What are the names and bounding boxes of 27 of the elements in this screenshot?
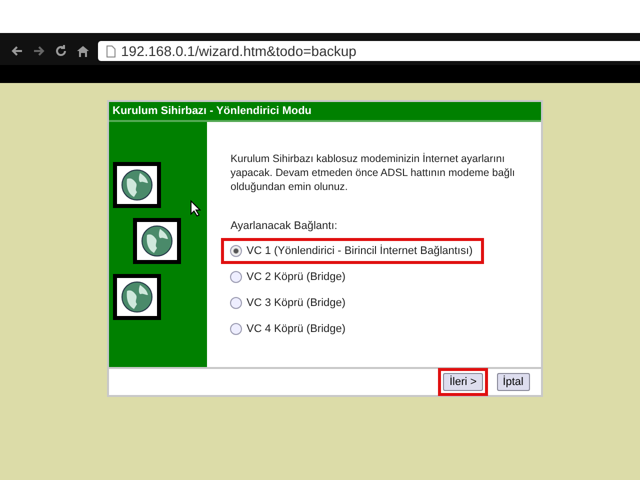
- option-label: VC 2 Köprü (Bridge): [246, 271, 346, 283]
- option-label: VC 4 Köprü (Bridge): [246, 323, 346, 335]
- radio-button[interactable]: [230, 297, 242, 309]
- wizard-button[interactable]: İleri >: [443, 373, 483, 391]
- radio-button[interactable]: [230, 245, 242, 257]
- home-icon[interactable]: [76, 44, 90, 58]
- radio-option[interactable]: VC 3 Köprü (Bridge): [220, 290, 357, 316]
- intro-text: Kurulum Sihirbazı kablosuz modeminizin İnternet ayarlarını yapacak. Devam etmeden önce ADSL hattının modeme bağlı olduğundan emin olunuz.: [230, 152, 516, 194]
- connection-label: Ayarlanacak Bağlantı:: [230, 220, 338, 232]
- globe-icon: [140, 225, 172, 257]
- radio-button[interactable]: [230, 271, 242, 283]
- option-label: VC 1 (Yönlendirici - Birincil İnternet Bağlantısı): [246, 245, 473, 257]
- forward-icon[interactable]: [32, 44, 46, 58]
- dialog-title: Kurulum Sihirbazı - Yönlendirici Modu: [108, 102, 540, 122]
- reload-icon[interactable]: [54, 44, 68, 58]
- radio-button[interactable]: [230, 323, 242, 335]
- page-icon: [106, 44, 116, 58]
- highlight-frame[interactable]: VC 1 (Yönlendirici - Birincil İnternet Bağlantısı): [220, 238, 484, 264]
- wizard-button[interactable]: İptal: [496, 373, 530, 391]
- globe-icon: [120, 169, 152, 201]
- globe-icon: [120, 281, 152, 313]
- address-bar[interactable]: 192.168.0.1/wizard.htm&todo=backup: [98, 41, 640, 61]
- cursor-icon: [190, 200, 200, 217]
- radio-option[interactable]: VC 2 Köprü (Bridge): [220, 264, 357, 290]
- option-label: VC 3 Köprü (Bridge): [246, 297, 346, 309]
- back-icon[interactable]: [10, 44, 24, 58]
- radio-option[interactable]: VC 4 Köprü (Bridge): [220, 316, 357, 342]
